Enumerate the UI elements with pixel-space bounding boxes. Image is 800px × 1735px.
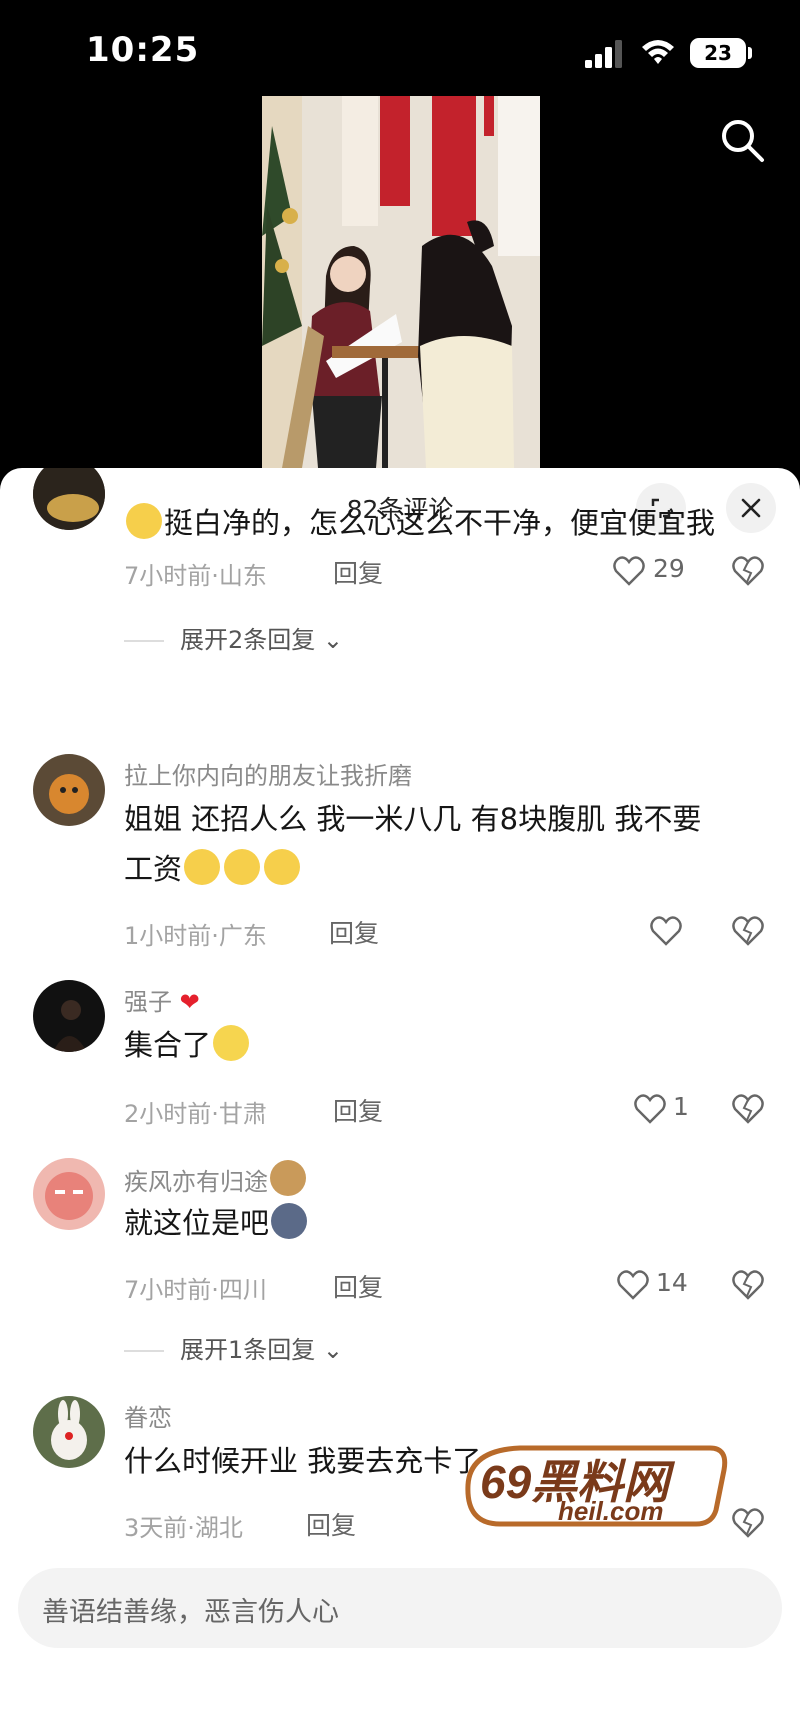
battery-tip	[748, 47, 752, 59]
wifi-icon	[642, 40, 674, 64]
reply-button[interactable]: 回复	[329, 914, 379, 950]
expand-replies-button[interactable]: 展开2条回复 ⌄	[124, 620, 343, 655]
like-count: 14	[656, 1268, 688, 1297]
husky-emoji-icon	[271, 1203, 308, 1239]
comment-username[interactable]: 疾风亦有归途	[124, 1160, 308, 1197]
like-count: 29	[653, 554, 685, 583]
comment-meta: 1小时前·广东	[124, 922, 267, 950]
crying-emoji-icon	[224, 849, 261, 885]
divider	[124, 640, 164, 642]
dislike-icon[interactable]	[732, 916, 764, 946]
comments-sheet: 82条评论 挺白净的，怎么心这么不干净，便宜便宜我 7小时前·山东 回复 29 …	[0, 468, 800, 1735]
monkey-emoji-icon	[270, 1160, 306, 1196]
status-bar: 10:25 23	[0, 0, 800, 100]
comment-text: 挺白净的，怎么心这么不干净，便宜便宜我	[124, 498, 764, 548]
like-icon[interactable]	[613, 556, 645, 586]
avatar[interactable]	[33, 1158, 105, 1230]
battery-indicator: 23	[690, 38, 746, 68]
comment-username[interactable]: 眷恋	[124, 1398, 172, 1433]
dislike-icon[interactable]	[732, 1270, 764, 1300]
comment-username[interactable]: 拉上你内向的朋友让我折磨	[124, 756, 412, 791]
red-heart-icon: ❤	[172, 988, 200, 1016]
comment-text: 集合了	[124, 1020, 764, 1070]
smile-emoji-icon	[213, 1025, 250, 1061]
avatar-image	[33, 980, 105, 1052]
chevron-down-icon: ⌄	[315, 626, 344, 654]
watermark-text-domain: heil.com	[558, 1496, 663, 1526]
dislike-icon[interactable]	[732, 1094, 764, 1124]
video-frame-image	[262, 96, 540, 468]
comment-input[interactable]: 善语结善缘，恶言伤人心	[18, 1568, 782, 1648]
comment-text: 姐姐 还招人么 我一米八几 有8块腹肌 我不要	[124, 802, 702, 836]
expand-replies-button[interactable]: 展开1条回复 ⌄	[124, 1330, 343, 1365]
comment-input-placeholder: 善语结善缘，恶言伤人心	[42, 1597, 339, 1628]
comment-meta: 7小时前·山东	[124, 562, 267, 590]
watermark-logo: 69黑料网 heil.com	[465, 1445, 728, 1527]
avatar-image	[33, 1396, 105, 1468]
divider	[124, 1350, 164, 1352]
chevron-down-icon: ⌄	[315, 1336, 344, 1364]
like-icon[interactable]	[650, 916, 682, 946]
crying-emoji-icon	[126, 503, 162, 539]
status-time: 10:25	[86, 30, 200, 70]
dislike-icon[interactable]	[732, 1508, 764, 1538]
like-icon[interactable]	[617, 1270, 649, 1300]
comment-text-line2: 工资	[124, 844, 764, 894]
reply-button[interactable]: 回复	[306, 1506, 356, 1542]
signal-icon	[585, 40, 622, 68]
avatar[interactable]	[33, 754, 105, 826]
avatar[interactable]	[33, 1396, 105, 1468]
reply-button[interactable]: 回复	[333, 554, 383, 590]
reply-button[interactable]: 回复	[333, 1092, 383, 1128]
crying-emoji-icon	[264, 849, 301, 885]
comment-meta: 7小时前·四川	[124, 1276, 267, 1304]
video-thumbnail[interactable]	[262, 96, 540, 468]
search-icon[interactable]	[718, 116, 766, 164]
dislike-icon[interactable]	[732, 556, 764, 586]
reply-button[interactable]: 回复	[333, 1268, 383, 1304]
crying-emoji-icon	[184, 849, 221, 885]
comment-meta: 2小时前·甘肃	[124, 1100, 267, 1128]
avatar[interactable]	[33, 980, 105, 1052]
comment-meta: 3天前·湖北	[124, 1514, 243, 1542]
comment-username[interactable]: 强子 ❤	[124, 982, 200, 1017]
like-count: 1	[673, 1092, 689, 1121]
comment-text: 就这位是吧	[124, 1198, 764, 1248]
like-icon[interactable]	[634, 1094, 666, 1124]
avatar-image	[33, 1158, 105, 1230]
avatar-image	[33, 754, 105, 826]
